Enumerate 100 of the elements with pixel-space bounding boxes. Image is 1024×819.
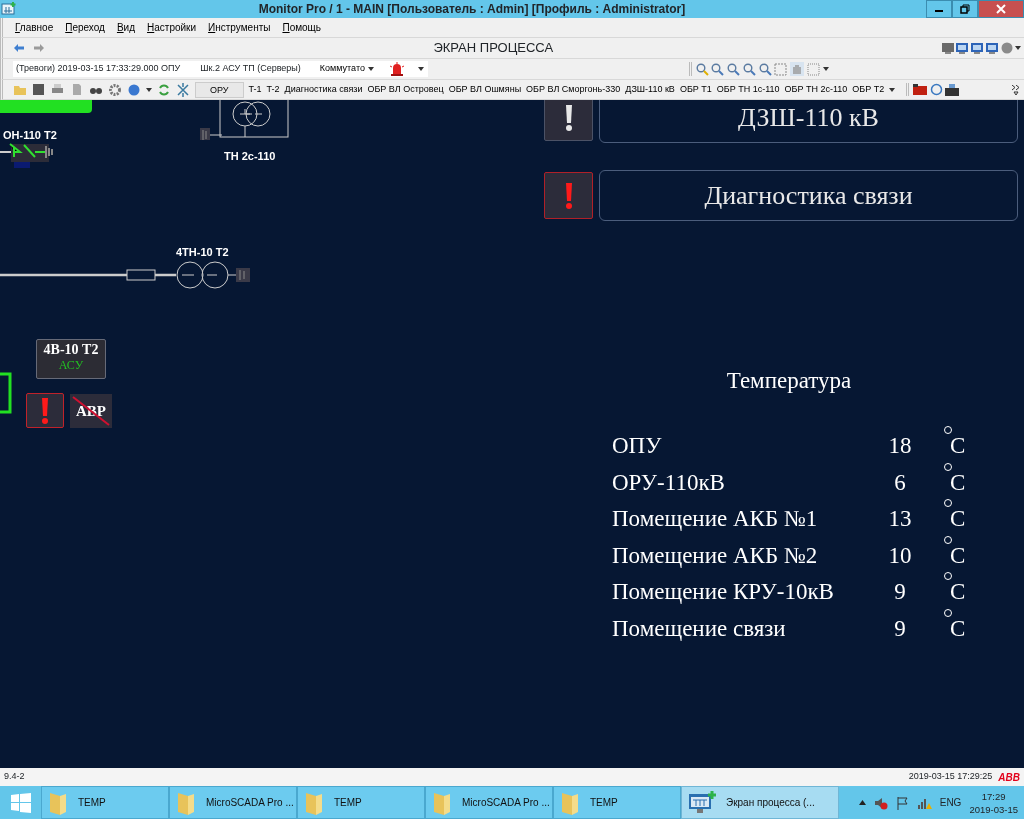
sensor-name: Помещение КРУ-10кВ xyxy=(611,578,835,607)
close-icon xyxy=(996,4,1006,14)
alarm-light-icon[interactable] xyxy=(389,62,404,76)
speaker-muted-icon[interactable] xyxy=(873,795,888,810)
screen-icon[interactable] xyxy=(985,42,998,54)
screen-icon[interactable] xyxy=(971,42,983,54)
caret-icon[interactable] xyxy=(146,87,152,92)
breaker-mode: АСУ xyxy=(57,358,85,373)
abb-logo: ABB xyxy=(998,770,1020,785)
menu-item[interactable]: Помощь xyxy=(280,20,324,35)
menu-item[interactable]: Главное xyxy=(13,20,56,35)
status-datetime: 2019-03-15 17:29:25 xyxy=(908,770,993,784)
sensor-name: ОРУ-110кВ xyxy=(611,468,726,497)
caret-icon[interactable] xyxy=(417,67,424,71)
sensor-name: Помещение АКБ №2 xyxy=(611,541,819,570)
taskbar-label: TEMP xyxy=(78,796,106,810)
windows-logo-icon xyxy=(10,792,31,813)
tools-icon[interactable] xyxy=(176,82,190,97)
hand-icon[interactable] xyxy=(790,62,805,76)
filter-dropdown[interactable]: Коммутато xyxy=(317,62,376,76)
sensor-name: Помещение связи xyxy=(611,615,787,643)
circle-icon[interactable] xyxy=(929,83,943,96)
temperature-unit: C xyxy=(950,432,966,461)
screen-link[interactable]: ОБР ТН 2с-110 xyxy=(784,82,848,97)
equipment-label: 4ТН-10 Т2 xyxy=(176,245,229,260)
oru-button[interactable]: ОРУ xyxy=(195,81,244,98)
temperature-value: 13 xyxy=(887,505,913,534)
caret-icon[interactable] xyxy=(889,87,896,92)
back-arrow-icon[interactable] xyxy=(13,43,25,53)
screen-link[interactable]: ОБР ВЛ Ошмяны xyxy=(448,82,522,97)
screen-link[interactable]: T-1 xyxy=(248,82,262,97)
taskbar-item[interactable]: Экран процесса (... xyxy=(681,786,839,819)
screen-link[interactable]: ОБР ТН 1с-110 xyxy=(716,82,780,97)
magnifier-icon[interactable] xyxy=(742,62,756,76)
gear-icon[interactable] xyxy=(108,82,122,97)
taskbar-item[interactable]: TEMP xyxy=(297,786,425,819)
temperature-unit: C xyxy=(950,468,966,497)
taskbar-item[interactable]: TEMP xyxy=(553,786,681,819)
alarm-indicator-button[interactable] xyxy=(544,100,593,141)
restore-icon xyxy=(960,4,970,14)
flag-icon[interactable] xyxy=(895,795,910,810)
taskbar-item[interactable]: MicroSCADA Pro ... xyxy=(425,786,553,819)
language-indicator[interactable]: ENG xyxy=(939,795,962,810)
version-text: 9.4-2 xyxy=(4,770,25,784)
taskbar-label: TEMP xyxy=(590,796,618,810)
menu-item[interactable]: Вид xyxy=(114,20,138,35)
screen-link[interactable]: ОБР Т2 xyxy=(852,82,885,97)
server-icon[interactable] xyxy=(945,83,960,96)
monitor-icon[interactable] xyxy=(941,42,954,54)
menu-item[interactable]: Настройки xyxy=(145,20,199,35)
document-icon[interactable] xyxy=(70,82,84,97)
temperature-unit: C xyxy=(950,615,966,643)
caret-icon[interactable] xyxy=(822,67,829,71)
overflow-icon[interactable] xyxy=(1012,84,1020,95)
restore-button[interactable] xyxy=(952,0,978,18)
minimize-button[interactable] xyxy=(926,0,952,18)
equipment-label: ОН-110 Т2 xyxy=(3,128,57,143)
refresh-icon[interactable] xyxy=(157,82,171,97)
help-icon[interactable] xyxy=(127,82,141,97)
magnifier-icon[interactable] xyxy=(711,62,725,76)
show-hidden-icon[interactable] xyxy=(858,800,866,805)
clock-date[interactable]: 2019-03-15 xyxy=(969,802,1018,816)
screen-link[interactable]: T-2 xyxy=(266,82,280,97)
app-icon xyxy=(0,2,18,16)
caret-icon xyxy=(367,67,374,71)
taskbar-item[interactable]: MicroSCADA Pro ... xyxy=(169,786,297,819)
taskbar-label: MicroSCADA Pro ... xyxy=(462,796,550,810)
temperature-value: 18 xyxy=(887,432,913,461)
equipment-label: ТН 2с-110 xyxy=(224,149,276,164)
caret-icon[interactable] xyxy=(1015,46,1022,50)
alarm-button[interactable] xyxy=(26,393,64,428)
temperature-value: 9 xyxy=(893,578,907,607)
window-title: Monitor Pro / 1 - MAIN [Пользователь : Admin] [Профиль : Administrator] xyxy=(257,1,687,18)
menu-item[interactable]: Переход xyxy=(63,20,107,35)
alarm-panel-button[interactable]: ДЗШ-110 кВ xyxy=(599,100,1018,143)
screen-link[interactable]: ОБР ВЛ Островец xyxy=(367,82,444,97)
screen-link[interactable]: ОБР ВЛ Сморгонь-330 xyxy=(526,82,621,97)
taskbar-label: TEMP xyxy=(334,796,362,810)
save-icon[interactable] xyxy=(32,82,46,97)
clock-time[interactable]: 17:29 xyxy=(969,789,1018,803)
screen-icon[interactable] xyxy=(956,42,969,54)
breaker-name: 4В-10 Т2 xyxy=(42,342,100,358)
taskbar-item[interactable]: TEMP xyxy=(41,786,169,819)
menu-item[interactable]: Инструменты xyxy=(206,20,273,35)
folder-icon xyxy=(48,790,68,815)
alarm-panel-button[interactable]: Диагностика связи xyxy=(599,170,1018,221)
magnifier-icon[interactable] xyxy=(727,62,741,76)
folder-icon xyxy=(176,790,196,815)
temperature-unit: C xyxy=(950,541,966,570)
temperature-unit: C xyxy=(950,578,966,607)
disconnector-drawing xyxy=(0,140,56,168)
close-button[interactable] xyxy=(978,0,1024,18)
screen-link[interactable]: ОБР Т1 xyxy=(679,82,712,97)
magnifier-icon[interactable] xyxy=(695,62,709,76)
folder-icon[interactable] xyxy=(912,83,927,96)
screen-link[interactable]: ДЗШ-110 кВ xyxy=(625,82,675,97)
magnifier-icon[interactable] xyxy=(758,62,772,76)
folder-icon xyxy=(304,790,324,815)
forward-arrow-icon[interactable] xyxy=(33,43,45,53)
screen-link[interactable]: Диагностика связи xyxy=(284,82,363,97)
